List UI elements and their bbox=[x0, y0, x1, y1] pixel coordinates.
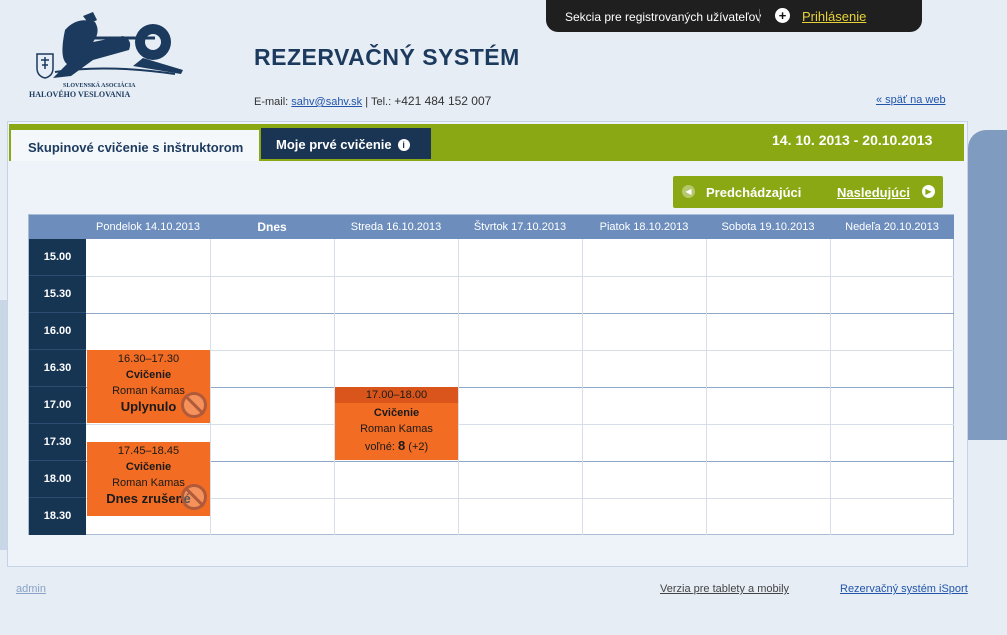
divider bbox=[759, 9, 760, 23]
cancelled-icon bbox=[181, 484, 207, 510]
day-header: Sobota 19.10.2013 bbox=[706, 215, 830, 239]
event-past[interactable]: 16.30–17.30 Cvičenie Roman Kamas Uplynul… bbox=[87, 350, 210, 423]
email-label: E-mail: bbox=[254, 96, 289, 108]
next-arrow-icon[interactable]: ▶ bbox=[922, 185, 935, 198]
info-icon[interactable]: i bbox=[397, 139, 410, 151]
user-bar: Sekcia pre registrovaných užívateľov + P… bbox=[546, 0, 922, 32]
event-name: Cvičenie bbox=[373, 407, 420, 419]
free-extra: (+2) bbox=[408, 441, 429, 453]
phone-number: +421 484 152 007 bbox=[394, 94, 492, 108]
day-header: Pondelok 14.10.2013 bbox=[86, 215, 210, 239]
admin-link[interactable]: admin bbox=[16, 583, 46, 595]
cancelled-icon bbox=[181, 392, 207, 418]
date-range: 14. 10. 2013 - 20.10.2013 bbox=[772, 132, 933, 148]
tab-first-training[interactable]: Moje prvé cvičenie i bbox=[261, 128, 431, 159]
event-name: Cvičenie bbox=[125, 369, 172, 381]
login-link[interactable]: Prihlásenie bbox=[802, 9, 866, 24]
grid-line bbox=[86, 276, 954, 277]
time-label: 16.30 bbox=[29, 350, 86, 387]
isport-link[interactable]: Rezervačný systém iSport bbox=[840, 583, 968, 595]
day-header-today: Dnes bbox=[210, 215, 334, 239]
free-label: voľné: bbox=[364, 441, 395, 453]
time-label: 18.30 bbox=[43, 510, 72, 522]
back-to-web-link[interactable]: « späť na web bbox=[876, 94, 946, 106]
tablet-version-link[interactable]: Verzia pre tablety a mobily bbox=[660, 583, 789, 595]
time-label: 15.30 bbox=[29, 276, 86, 313]
week-navigation: ◀ Predchádzajúci Nasledujúci ▶ bbox=[673, 176, 943, 208]
event-name: Cvičenie bbox=[125, 461, 172, 473]
email-link[interactable]: sahv@sahv.sk bbox=[291, 96, 362, 108]
time-label: 17.00 bbox=[29, 387, 86, 424]
time-label: 16.00 bbox=[29, 313, 86, 350]
grid-line bbox=[86, 313, 954, 314]
time-label: 15.00 bbox=[29, 239, 86, 276]
event-cancelled[interactable]: 17.45–18.45 Cvičenie Roman Kamas Dnes zr… bbox=[87, 442, 210, 516]
event-time: 17.00–18.00 bbox=[335, 387, 458, 403]
logo[interactable]: SLOVENSKÁ ASOCIÁCIA HALOVÉHO VESLOVANIA bbox=[25, 10, 195, 100]
registered-section-label: Sekcia pre registrovaných užívateľov bbox=[565, 10, 762, 24]
grid-line bbox=[86, 498, 954, 499]
plus-icon[interactable]: + bbox=[775, 8, 790, 23]
prev-arrow-icon[interactable]: ◀ bbox=[682, 185, 695, 198]
grid-line bbox=[86, 424, 954, 425]
next-week-button[interactable]: Nasledujúci bbox=[837, 185, 910, 200]
day-header: Štvrtok 17.10.2013 bbox=[458, 215, 582, 239]
tab-group-training[interactable]: Skupinové cvičenie s inštruktorom bbox=[11, 128, 259, 161]
logo-line1: SLOVENSKÁ ASOCIÁCIA bbox=[63, 83, 136, 89]
event-availability: voľné: 8 (+2) bbox=[335, 438, 458, 453]
day-header: Nedeľa 20.10.2013 bbox=[830, 215, 954, 239]
grid-line bbox=[706, 239, 707, 535]
grid-line bbox=[582, 239, 583, 535]
prev-week-button[interactable]: Predchádzajúci bbox=[706, 185, 801, 200]
grid-line bbox=[86, 387, 954, 388]
time-label: 18.00 bbox=[29, 461, 86, 498]
corner-header bbox=[29, 215, 86, 239]
event-time: 17.45–18.45 bbox=[117, 445, 180, 457]
phone-label: Tel.: bbox=[370, 96, 392, 108]
contact-line: E-mail: sahv@sahv.sk | Tel.: +421 484 15… bbox=[254, 94, 491, 108]
grid-line bbox=[210, 239, 211, 535]
logo-line2: HALOVÉHO VESLOVANIA bbox=[29, 90, 131, 99]
calendar: Pondelok 14.10.2013 Dnes Streda 16.10.20… bbox=[28, 214, 954, 535]
separator: | bbox=[365, 96, 369, 108]
time-label: 17.30 bbox=[29, 424, 86, 461]
page-title: REZERVAČNÝ SYSTÉM bbox=[254, 44, 520, 70]
grid-line bbox=[86, 350, 954, 351]
day-header: Piatok 18.10.2013 bbox=[582, 215, 706, 239]
event-time: 16.30–17.30 bbox=[117, 353, 180, 365]
grid-line bbox=[830, 239, 831, 535]
day-header: Streda 16.10.2013 bbox=[334, 215, 458, 239]
free-count: 8 bbox=[398, 438, 406, 453]
grid-line bbox=[86, 461, 954, 462]
event-available[interactable]: 17.00–18.00 Cvičenie Roman Kamas voľné: … bbox=[335, 387, 458, 460]
grid-line bbox=[458, 239, 459, 535]
tab-label: Moje prvé cvičenie bbox=[276, 137, 392, 152]
event-instructor: Roman Kamas bbox=[360, 423, 433, 435]
background-band bbox=[968, 130, 1007, 440]
tab-label: Skupinové cvičenie s inštruktorom bbox=[28, 140, 244, 155]
time-column: 15.00 15.30 16.00 16.30 17.00 17.30 18.0… bbox=[29, 239, 86, 535]
